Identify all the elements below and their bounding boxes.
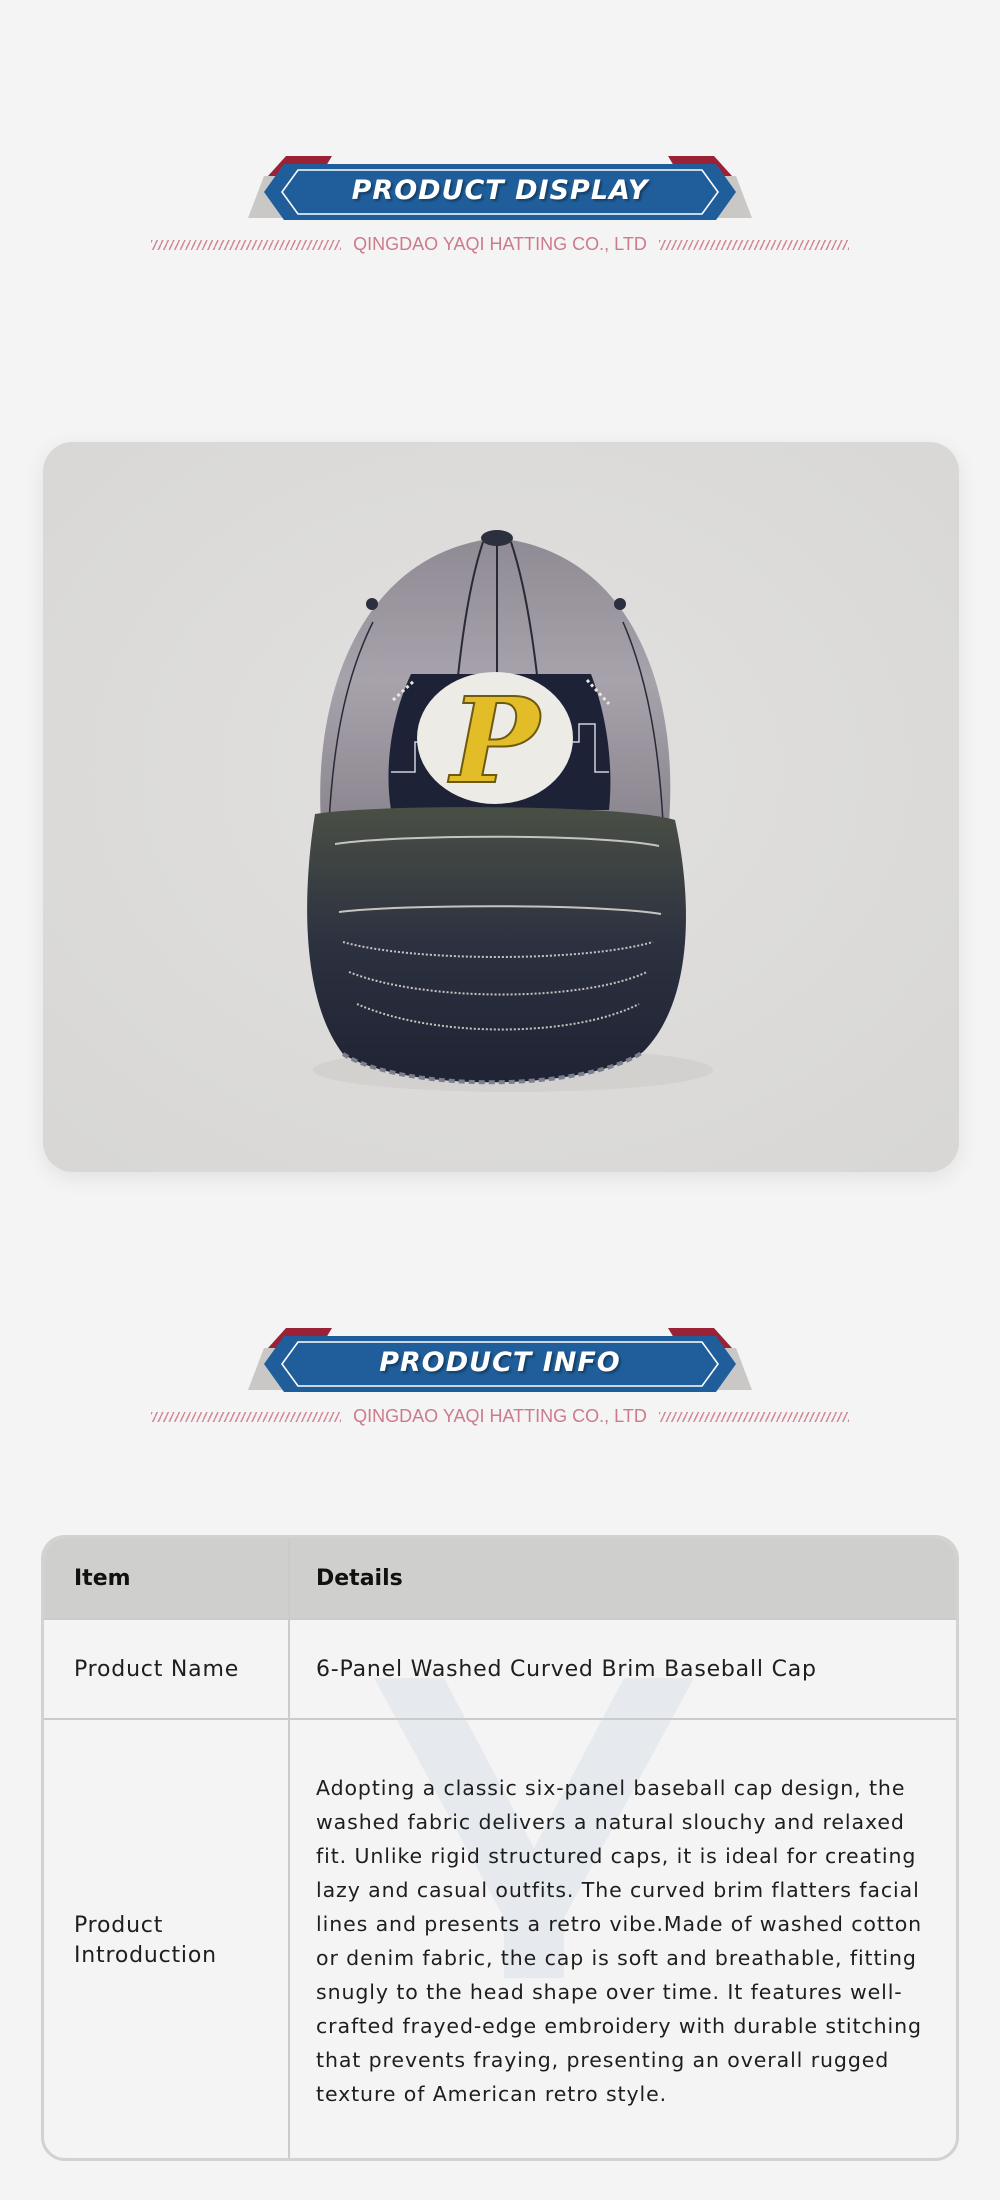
decorative-hatch-left xyxy=(151,1411,342,1422)
company-subtitle: QINGDAO YAQI HATTING CO., LTD xyxy=(353,1406,647,1426)
header-details: Details xyxy=(316,1565,403,1591)
section-title: PRODUCT DISPLAY xyxy=(351,175,649,206)
table-row: Product Name 6-Panel Washed Curved Brim … xyxy=(44,1618,956,1718)
decorative-hatch-right xyxy=(658,1411,849,1422)
header-item: Item xyxy=(44,1538,290,1618)
subtitle-row: QINGDAO YAQI HATTING CO., LTD xyxy=(0,1406,1000,1427)
row-item-label: Product Introduction xyxy=(44,1720,290,2158)
cap-illustration: P xyxy=(43,442,959,1172)
row-item-label: Product Name xyxy=(44,1620,290,1718)
section-title: PRODUCT INFO xyxy=(379,1347,621,1378)
company-subtitle: QINGDAO YAQI HATTING CO., LTD xyxy=(353,234,647,254)
product-info-table: Item Details Product Name 6-Panel Washed… xyxy=(41,1535,959,2161)
decorative-hatch-left xyxy=(151,239,342,250)
decorative-hatch-right xyxy=(658,239,849,250)
table-header-row: Item Details xyxy=(44,1538,956,1618)
table-row: Product Introduction Adopting a classic … xyxy=(44,1718,956,2158)
patch-letter: P xyxy=(448,671,543,810)
product-photo: P xyxy=(43,442,959,1172)
product-info-banner: PRODUCT INFO QINGDAO YAQI HATTING CO., L… xyxy=(0,1322,1000,1452)
product-display-banner: PRODUCT DISPLAY QINGDAO YAQI HATTING CO.… xyxy=(0,150,1000,280)
row-details-value: Adopting a classic six-panel baseball ca… xyxy=(316,1775,923,2106)
row-details-value: 6-Panel Washed Curved Brim Baseball Cap xyxy=(316,1656,817,1682)
subtitle-row: QINGDAO YAQI HATTING CO., LTD xyxy=(0,234,1000,255)
